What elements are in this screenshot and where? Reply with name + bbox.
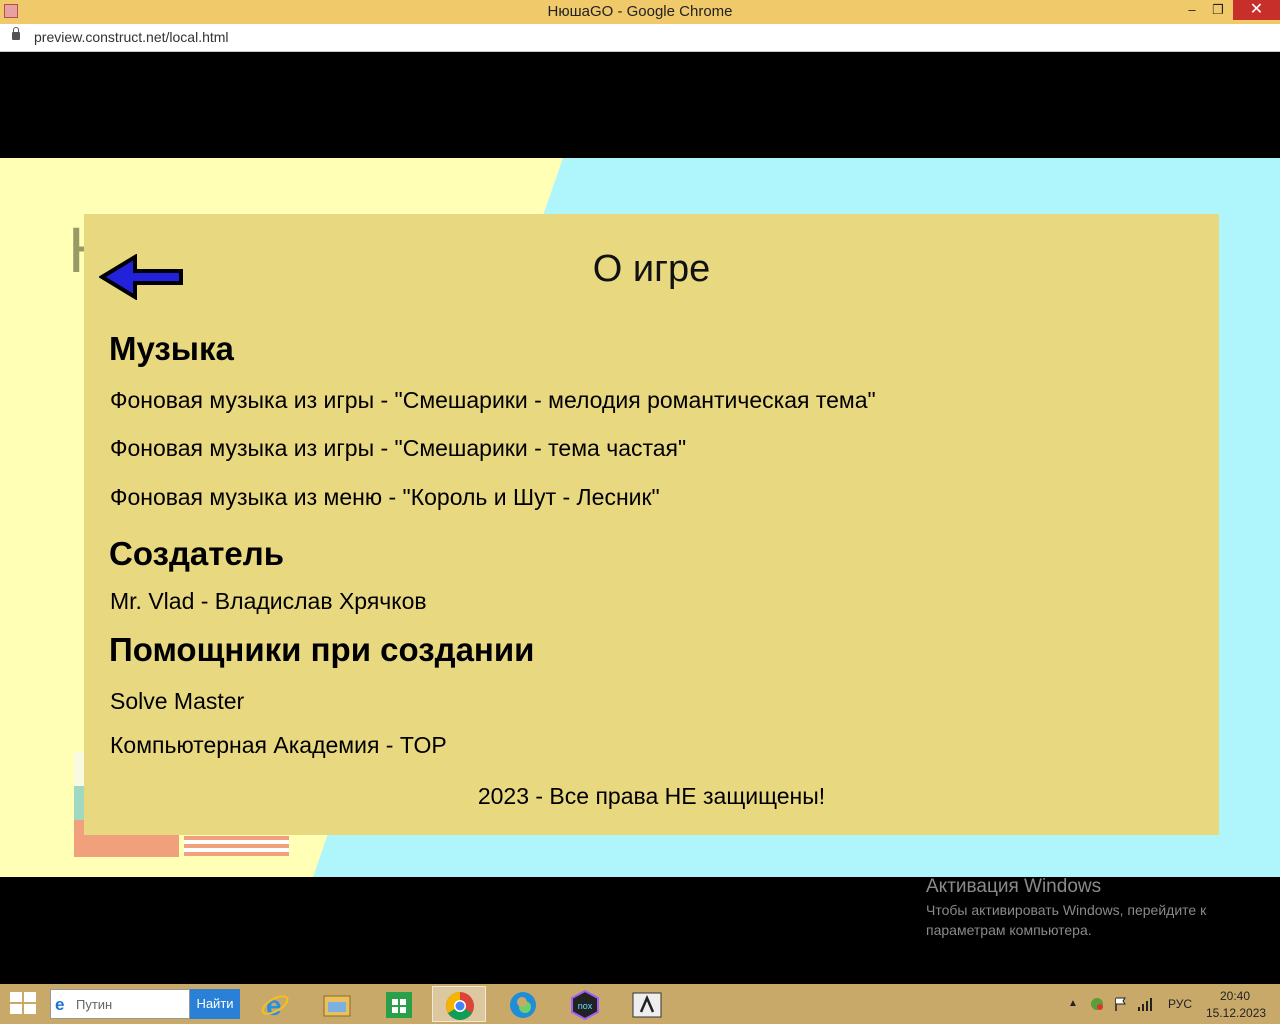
- helper-item: Solve Master: [110, 688, 245, 714]
- close-button[interactable]: ✕: [1233, 0, 1280, 20]
- tray-flag-icon[interactable]: [1113, 996, 1129, 1012]
- lock-icon: [12, 27, 20, 40]
- creator-name: Mr. Vlad - Владислав Хрячков: [110, 588, 427, 614]
- copyright-text: 2023 - Все права НЕ защищены!: [477, 783, 826, 809]
- panel-title: О игре: [592, 248, 711, 290]
- chrome-icon: [446, 992, 474, 1020]
- window-title-bar: НюшаGO - Google Chrome ‒ ❐ ✕: [0, 0, 1280, 24]
- language-indicator[interactable]: РУС: [1168, 997, 1192, 1011]
- start-button[interactable]: [10, 992, 38, 1016]
- music-item: Фоновая музыка из игры - "Смешарики - те…: [110, 435, 687, 461]
- taskbar-edge[interactable]: [496, 986, 550, 1022]
- minimize-button[interactable]: ‒: [1180, 0, 1204, 20]
- network-icon[interactable]: [1137, 996, 1153, 1012]
- taskbar-search-box[interactable]: e Путин: [50, 989, 190, 1019]
- taskbar-store[interactable]: [372, 986, 426, 1022]
- taskbar-file-explorer[interactable]: [310, 986, 364, 1022]
- edge-icon: [510, 992, 536, 1018]
- url-text[interactable]: preview.construct.net/local.html: [34, 29, 229, 45]
- folder-icon: [323, 995, 351, 1017]
- taskbar: e Путин Найти e nox ▲ РУС 20:40 15.12.20…: [0, 984, 1280, 1024]
- search-input[interactable]: Путин: [76, 997, 112, 1012]
- activation-watermark-text: Чтобы активировать Windows, перейдите к …: [926, 902, 1207, 938]
- taskbar-chrome[interactable]: [432, 986, 486, 1022]
- taskbar-nox[interactable]: nox: [558, 986, 612, 1022]
- music-item: Фоновая музыка из игры - "Смешарики - ме…: [110, 387, 876, 413]
- internet-explorer-icon: e: [261, 990, 289, 1020]
- nox-icon: nox: [571, 990, 599, 1020]
- window-title: НюшаGO - Google Chrome: [547, 3, 733, 20]
- about-panel: О игре Музыка Фоновая музыка из игры - "…: [84, 214, 1219, 835]
- acrobat-icon: [632, 992, 662, 1018]
- game-canvas: Н О игре Музыка Фоновая музыка из игры -…: [0, 158, 1280, 877]
- search-button[interactable]: Найти: [190, 989, 240, 1019]
- activation-watermark-title: Активация Windows: [926, 876, 1102, 897]
- helper-item: Компьютерная Академия - TOP: [110, 732, 447, 758]
- music-item: Фоновая музыка из меню - "Король и Шут -…: [110, 484, 660, 510]
- tray-app-icon[interactable]: [1089, 996, 1105, 1012]
- taskbar-acrobat[interactable]: [620, 986, 674, 1022]
- maximize-button[interactable]: ❐: [1206, 0, 1230, 20]
- clock-date[interactable]: 15.12.2023: [1206, 1006, 1266, 1020]
- address-bar[interactable]: preview.construct.net/local.html: [0, 24, 1280, 52]
- creator-heading: Создатель: [109, 535, 285, 572]
- clock-time[interactable]: 20:40: [1220, 989, 1250, 1003]
- store-icon: [386, 992, 412, 1018]
- taskbar-internet-explorer[interactable]: e: [248, 986, 302, 1022]
- background-stripes: [184, 836, 289, 856]
- music-heading: Музыка: [109, 330, 234, 367]
- helpers-heading: Помощники при создании: [109, 631, 535, 668]
- ie-search-icon: e: [55, 995, 65, 1014]
- tray-expand-icon[interactable]: ▲: [1068, 998, 1078, 1009]
- svg-text:e: e: [266, 990, 282, 1020]
- svg-text:nox: nox: [578, 1001, 593, 1011]
